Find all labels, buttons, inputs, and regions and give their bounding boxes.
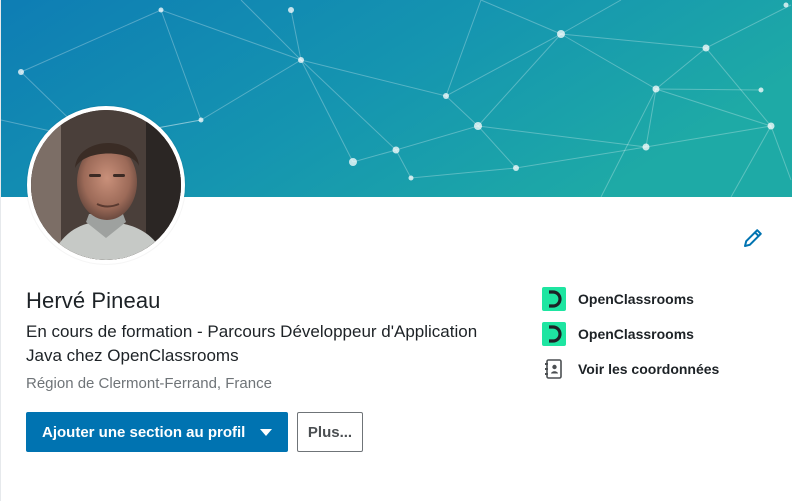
more-button[interactable]: Plus... [297,412,363,452]
side-item-education-school[interactable]: OpenClassrooms [542,322,694,346]
avatar[interactable] [31,110,181,260]
profile-location: Région de Clermont-Ferrand, France [26,375,272,392]
contact-card-icon [542,357,566,381]
openclassrooms-logo [542,287,566,311]
side-item-label: Voir les coordonnées [578,361,720,377]
side-item-experience-company[interactable]: OpenClassrooms [542,287,694,311]
caret-down-icon [260,429,272,436]
profile-headline: En cours de formation - Parcours Dévelop… [26,322,478,365]
profile-name: Hervé Pineau [26,288,161,313]
openclassrooms-logo [542,322,566,346]
side-item-contact-info[interactable]: Voir les coordonnées [542,357,719,381]
edit-intro-pencil-icon[interactable] [741,226,765,250]
profile-photo [31,110,181,260]
add-profile-section-label: Ajouter une section au profil [42,423,246,441]
profile-card: Hervé Pineau En cours de formation - Par… [0,0,792,501]
profile-photo-frame[interactable] [27,106,185,264]
side-item-label: OpenClassrooms [578,326,694,342]
add-profile-section-button[interactable]: Ajouter une section au profil [26,412,288,452]
side-item-label: OpenClassrooms [578,291,694,307]
